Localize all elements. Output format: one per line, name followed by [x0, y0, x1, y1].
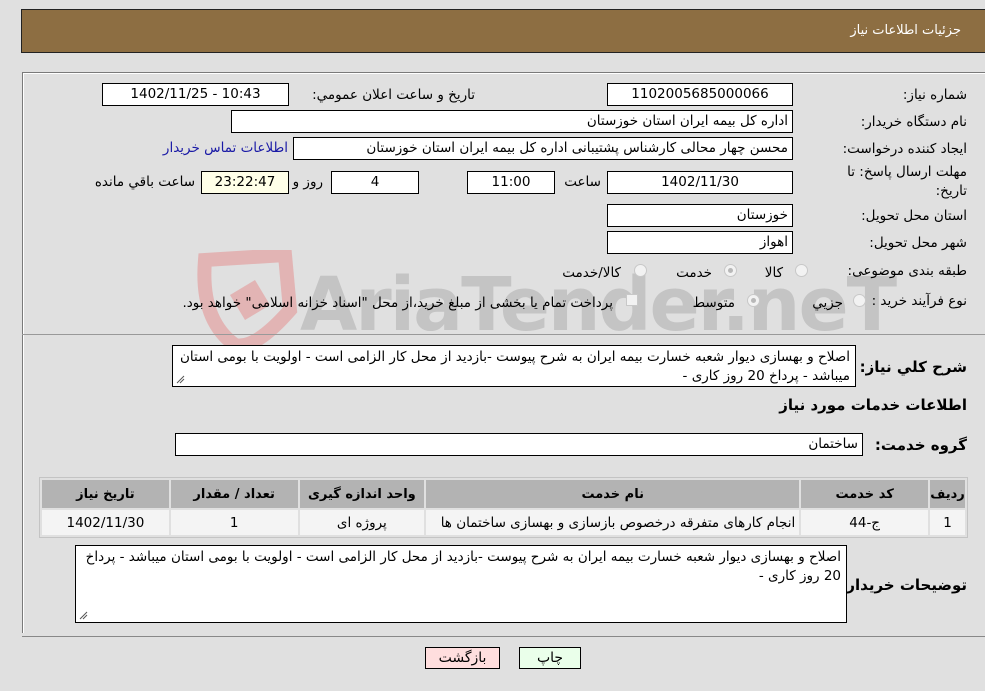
creator-field: محسن چهار محالی کارشناس پشتیبانی اداره ک…: [293, 137, 793, 160]
cell-unit: پروژه ای: [299, 510, 425, 535]
table-row: 1 ج-44 انجام کارهای متفرقه درخصوص بازساز…: [42, 510, 965, 535]
resize-grip-icon[interactable]: [176, 375, 185, 384]
resize-grip-icon[interactable]: [79, 611, 88, 620]
category-option-service: خدمت: [676, 265, 712, 281]
buyer-contact-link[interactable]: اطلاعات تماس خريدار: [163, 140, 288, 156]
process-radio-minor[interactable]: [853, 294, 866, 307]
services-table: رديف كد خدمت نام خدمت واحد اندازه گيری ت…: [39, 477, 968, 538]
footer-divider: [22, 636, 985, 637]
category-option-goods-service: کالا/خدمت: [562, 265, 621, 281]
announce-label: تاريخ و ساعت اعلان عمومي:: [312, 87, 475, 103]
treasury-checkbox-label: پرداخت تمام يا بخشی از مبلغ خريد،از محل …: [182, 295, 613, 311]
back-button[interactable]: بازگشت: [425, 647, 500, 669]
category-radio-goods[interactable]: [795, 264, 808, 277]
description-label: شرح كلي نياز:: [859, 358, 967, 376]
remaining-days-field: 4: [331, 171, 419, 194]
cell-need-date: 1402/11/30: [42, 510, 169, 535]
column-header-quantity: تعداد / مقدار: [170, 480, 298, 508]
description-text: اصلاح و بهسازی دیوار شعبه خسارت بیمه ایر…: [179, 349, 850, 384]
city-label: شهر محل تحويل:: [869, 235, 967, 251]
column-header-unit: واحد اندازه گيری: [299, 480, 425, 508]
treasury-checkbox[interactable]: [626, 294, 638, 306]
service-group-label: گروه خدمت:: [874, 436, 967, 454]
deadline-date-field: 1402/11/30: [607, 171, 793, 194]
description-textarea[interactable]: اصلاح و بهسازی دیوار شعبه خسارت بیمه ایر…: [172, 345, 856, 387]
remaining-time-field: 23:22:47: [201, 171, 289, 194]
process-radio-medium[interactable]: [747, 294, 760, 307]
services-section-title: اطلاعات خدمات مورد نياز: [779, 396, 967, 414]
buyer-notes-text: اصلاح و بهسازی دیوار شعبه خسارت بیمه ایر…: [85, 549, 841, 584]
deadline-time-field: 11:00: [467, 171, 555, 194]
deadline-label: مهلت ارسال پاسخ: تا: [847, 164, 967, 180]
need-number-label: شماره نیاز:: [902, 87, 967, 103]
cell-row-number: 1: [930, 510, 965, 535]
category-option-goods: کالا: [764, 265, 783, 281]
process-type-label: نوع فرآيند خريد :: [871, 293, 967, 309]
need-number-field: 1102005685000066: [607, 83, 793, 106]
city-field: اهواز: [607, 231, 793, 254]
creator-label: ايجاد كننده درخواست:: [842, 141, 967, 157]
category-radio-goods-service[interactable]: [634, 264, 647, 277]
column-header-need-date: تاريخ نياز: [42, 480, 169, 508]
buyer-org-label: نام دستگاه خريدار:: [860, 114, 967, 130]
deadline-label-date: تاريخ:: [935, 183, 967, 199]
days-label: روز و: [292, 174, 323, 190]
remaining-time-label: ساعت باقي مانده: [94, 174, 195, 190]
cell-quantity: 1: [170, 510, 298, 535]
page-header: جزئیات اطلاعات نیاز: [21, 9, 985, 53]
process-option-minor: جزيي: [812, 295, 843, 311]
section-divider: [22, 334, 985, 335]
province-field: خوزستان: [607, 204, 793, 227]
buyer-notes-label: توضيحات خريدار:: [840, 576, 967, 594]
province-label: استان محل تحويل:: [861, 208, 967, 224]
buyer-notes-textarea[interactable]: اصلاح و بهسازی دیوار شعبه خسارت بیمه ایر…: [75, 545, 847, 623]
service-group-field: ساختمان: [175, 433, 863, 456]
process-option-medium: متوسط: [692, 295, 735, 311]
cell-service-name: انجام کارهای متفرقه درخصوص بازسازی و بهس…: [426, 510, 800, 535]
page-title: جزئیات اطلاعات نیاز: [850, 23, 961, 38]
cell-service-code: ج-44: [801, 510, 928, 535]
announce-date-field: 1402/11/25 - 10:43: [102, 83, 289, 106]
column-header-row-number: رديف: [930, 480, 965, 508]
print-button[interactable]: چاپ: [519, 647, 581, 669]
column-header-service-name: نام خدمت: [426, 480, 800, 508]
column-header-service-code: كد خدمت: [801, 480, 928, 508]
buyer-org-field: اداره کل بیمه ایران استان خوزستان: [231, 110, 793, 133]
deadline-time-label: ساعت: [564, 174, 601, 190]
category-radio-service[interactable]: [724, 264, 737, 277]
table-header-row: رديف كد خدمت نام خدمت واحد اندازه گيری ت…: [42, 480, 965, 508]
category-label: طبقه بندی موضوعی:: [847, 263, 967, 279]
